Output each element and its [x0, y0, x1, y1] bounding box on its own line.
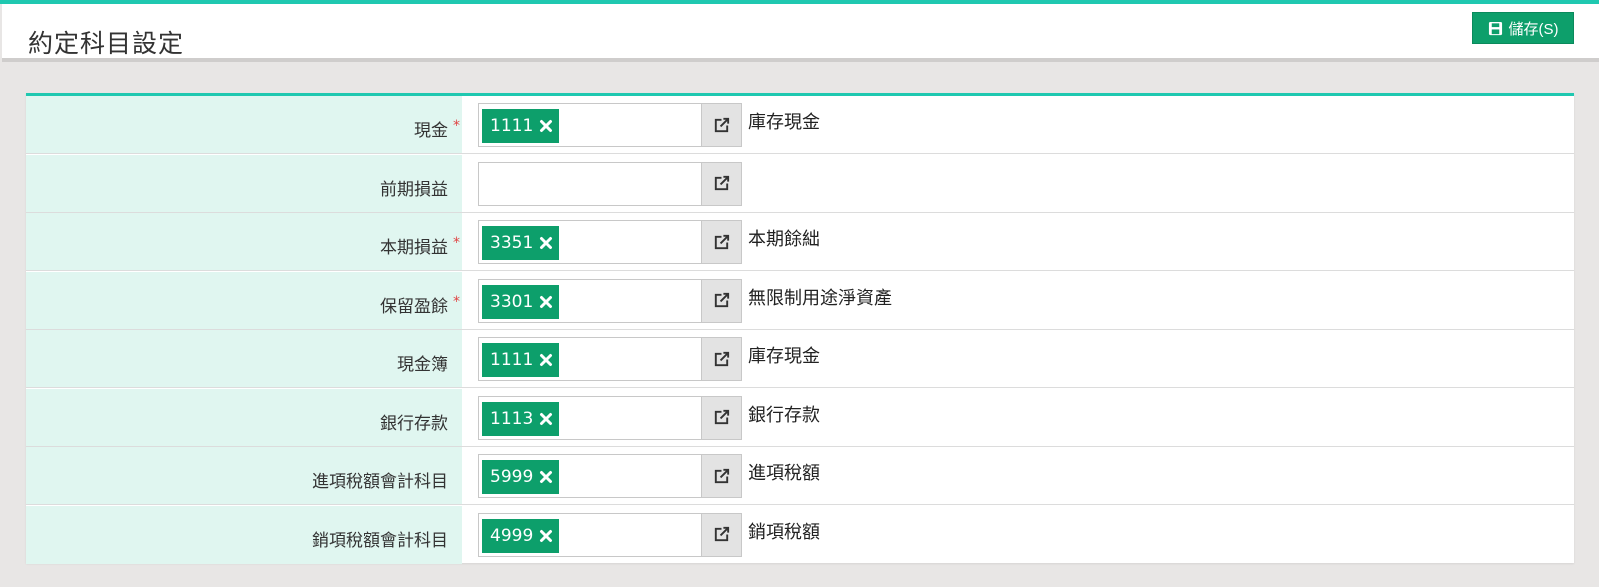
account-tag: 4999: [482, 518, 560, 553]
row-label-cell: 進項稅額會計科目: [26, 447, 462, 504]
account-input[interactable]: 5999: [478, 454, 702, 498]
close-icon[interactable]: [539, 529, 553, 543]
open-account-button[interactable]: [702, 512, 742, 557]
row-label-cell: 本期損益 *: [26, 213, 462, 270]
external-link-icon: [714, 526, 730, 542]
external-link-icon: [714, 409, 730, 425]
account-name: 無限制用途淨資產: [748, 287, 892, 309]
account-code: 5999: [490, 467, 534, 487]
external-link-icon: [714, 292, 730, 308]
account-code: 4999: [490, 525, 534, 546]
account-input[interactable]: 1111: [478, 103, 702, 147]
account-name: 銷項稅額: [748, 521, 820, 543]
close-icon[interactable]: [539, 236, 553, 250]
form-row-current-period-pl: 本期損益 * 3351 本期餘絀: [26, 213, 1574, 271]
account-input[interactable]: 3351: [478, 220, 702, 264]
form-row-input-tax: 進項稅額會計科目 5999 進項稅額: [26, 447, 1574, 505]
row-label: 現金簿: [397, 355, 448, 375]
row-label: 本期損益: [380, 238, 448, 258]
row-label: 銀行存款: [380, 413, 448, 434]
open-account-button[interactable]: [702, 454, 742, 498]
page-title: 約定科目設定: [28, 29, 185, 58]
account-name: 本期餘絀: [748, 229, 820, 250]
account-settings-form: 現金 * 1111 庫存現金 前期損益 本期損益 * 3351 本期餘絀 保留盈…: [26, 93, 1574, 564]
close-icon[interactable]: [539, 470, 553, 484]
account-code: 1111: [490, 116, 534, 136]
save-button[interactable]: 儲存(S): [1472, 12, 1574, 44]
close-icon[interactable]: [539, 295, 553, 309]
external-link-icon: [714, 175, 730, 191]
account-input[interactable]: 4999: [478, 512, 702, 557]
row-label: 保留盈餘: [380, 296, 448, 317]
row-label: 進項稅額會計科目: [312, 472, 448, 492]
account-input[interactable]: 1111: [478, 337, 702, 381]
open-account-button[interactable]: [702, 278, 742, 323]
required-mark: *: [453, 235, 460, 251]
row-label-cell: 前期損益: [26, 154, 462, 212]
account-code: 3301: [490, 291, 534, 312]
account-tag: 1111: [482, 109, 560, 143]
external-link-icon: [714, 351, 730, 366]
close-icon[interactable]: [539, 412, 553, 426]
form-row-retained-earnings: 保留盈餘 * 3301 無限制用途淨資產: [26, 271, 1574, 330]
required-mark: *: [453, 118, 460, 134]
open-account-button[interactable]: [702, 220, 742, 264]
row-label-cell: 銷項稅額會計科目: [26, 505, 462, 564]
close-icon[interactable]: [539, 353, 553, 367]
account-code: 1111: [490, 350, 534, 370]
account-tag: 3351: [482, 226, 560, 260]
form-row-cash-book: 現金簿 1111 庫存現金: [26, 330, 1574, 388]
row-label-cell: 保留盈餘 *: [26, 271, 462, 329]
form-row-prior-period-pl: 前期損益: [26, 154, 1574, 213]
account-tag: 1111: [482, 343, 560, 377]
row-label-cell: 銀行存款: [26, 388, 462, 446]
floppy-disk-icon: [1488, 21, 1502, 35]
account-name: 庫存現金: [748, 346, 820, 367]
page-header: 約定科目設定 儲存(S): [2, 4, 1599, 62]
account-input[interactable]: 1113: [478, 395, 702, 440]
account-name: 進項稅額: [748, 463, 820, 484]
external-link-icon: [714, 468, 730, 483]
form-row-output-tax: 銷項稅額會計科目 4999 銷項稅額: [26, 505, 1574, 564]
save-button-label: 儲存(S): [1508, 20, 1559, 38]
row-label: 現金: [414, 121, 448, 141]
form-row-bank-deposit: 銀行存款 1113 銀行存款: [26, 388, 1574, 447]
account-input[interactable]: [478, 161, 702, 206]
close-icon[interactable]: [539, 119, 553, 133]
row-label-cell: 現金 *: [26, 96, 462, 153]
row-label: 前期損益: [380, 179, 448, 200]
account-code: 1113: [490, 408, 534, 429]
row-label-cell: 現金簿: [26, 330, 462, 387]
required-mark: *: [453, 293, 460, 310]
account-code: 3351: [490, 233, 534, 253]
account-input[interactable]: 3301: [478, 278, 702, 323]
account-name: 庫存現金: [748, 112, 820, 133]
open-account-button[interactable]: [702, 103, 742, 147]
open-account-button[interactable]: [702, 337, 742, 381]
account-tag: 5999: [482, 460, 560, 494]
external-link-icon: [714, 234, 730, 249]
account-tag: 3301: [482, 284, 560, 319]
external-link-icon: [714, 117, 730, 132]
account-name: 銀行存款: [748, 404, 820, 426]
form-row-cash: 現金 * 1111 庫存現金: [26, 96, 1574, 154]
account-tag: 1113: [482, 401, 560, 436]
row-label: 銷項稅額會計科目: [312, 530, 448, 551]
open-account-button[interactable]: [702, 161, 742, 206]
open-account-button[interactable]: [702, 395, 742, 440]
